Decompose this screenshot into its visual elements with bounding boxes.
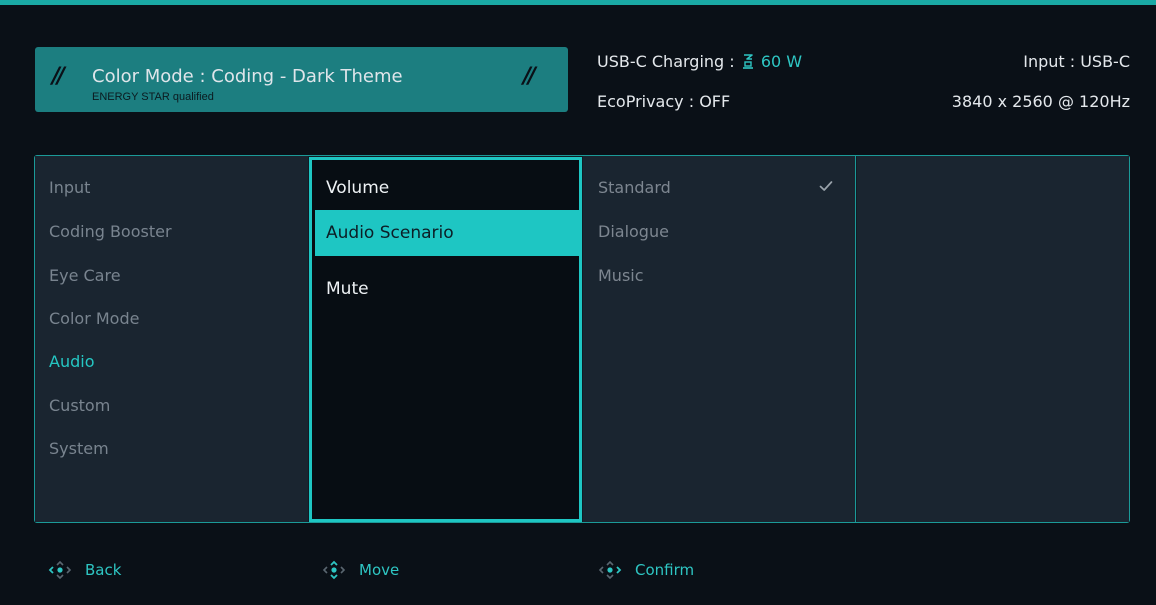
sub-menu-item-volume[interactable]: Volume bbox=[315, 178, 582, 198]
sub-menu-column: Volume Audio Scenario Mute bbox=[309, 157, 582, 522]
option-standard[interactable]: Standard bbox=[598, 178, 671, 198]
sub-menu-item-audio-scenario[interactable]: Audio Scenario bbox=[315, 211, 582, 255]
back-label: Back bbox=[85, 561, 122, 579]
confirm-label: Confirm bbox=[635, 561, 695, 579]
osd-screen: // Color Mode : Coding - Dark Theme ENER… bbox=[0, 0, 1156, 605]
confirm-hint: Confirm bbox=[597, 556, 694, 584]
joystick-left-icon bbox=[48, 560, 72, 580]
resolution-status: 3840 x 2560 @ 120Hz bbox=[951, 92, 1130, 111]
eco-privacy-status: EcoPrivacy : OFF bbox=[597, 92, 731, 111]
usb-charging-status: USB-C Charging : 60 W bbox=[597, 52, 802, 72]
energy-star-label: ENERGY STAR qualified bbox=[92, 91, 214, 103]
double-slash-icon: // bbox=[523, 64, 536, 89]
sub-menu-divider bbox=[315, 255, 582, 256]
double-slash-icon: // bbox=[52, 64, 65, 89]
check-icon bbox=[819, 181, 833, 191]
main-menu-item-eye-care[interactable]: Eye Care bbox=[49, 266, 121, 286]
move-hint: Move bbox=[321, 556, 399, 584]
top-accent-strip bbox=[0, 0, 1156, 5]
move-label: Move bbox=[359, 561, 400, 579]
sub-menu-item-mute[interactable]: Mute bbox=[315, 279, 582, 299]
option-music[interactable]: Music bbox=[598, 266, 644, 286]
main-menu-item-custom[interactable]: Custom bbox=[49, 396, 110, 416]
main-menu-item-color-mode[interactable]: Color Mode bbox=[49, 309, 139, 329]
main-menu-item-input[interactable]: Input bbox=[49, 178, 90, 198]
option-dialogue[interactable]: Dialogue bbox=[598, 222, 669, 242]
usb-charging-label: USB-C Charging : bbox=[597, 52, 735, 71]
main-menu-item-coding-booster[interactable]: Coding Booster bbox=[49, 222, 172, 242]
joystick-up-down-icon bbox=[322, 560, 346, 580]
main-menu-column bbox=[35, 156, 308, 522]
detail-column bbox=[857, 156, 1129, 522]
color-mode-label: Color Mode : Coding - Dark Theme bbox=[92, 66, 403, 87]
main-menu-item-system[interactable]: System bbox=[49, 439, 109, 459]
options-column bbox=[583, 156, 856, 522]
usb-charging-value: 60 W bbox=[760, 52, 803, 71]
main-menu-item-audio[interactable]: Audio bbox=[49, 352, 94, 372]
input-status: Input : USB-C bbox=[1023, 52, 1130, 71]
back-hint: Back bbox=[47, 556, 121, 584]
joystick-right-icon bbox=[598, 560, 622, 580]
color-mode-badge: // Color Mode : Coding - Dark Theme ENER… bbox=[35, 47, 568, 112]
usb-plug-icon bbox=[742, 54, 753, 69]
